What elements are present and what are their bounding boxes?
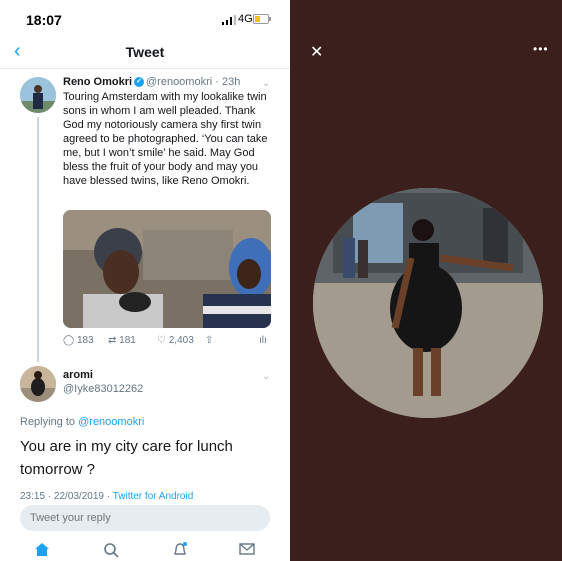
tab-bar (0, 538, 290, 561)
avatar[interactable] (20, 366, 56, 402)
author-handle: @renoomokri · 23h (146, 76, 241, 88)
close-icon[interactable]: ✕ (310, 42, 323, 62)
reply-text: You are in my city care for lunch tomorr… (20, 438, 233, 478)
reply-compose-bar (20, 505, 270, 531)
page-title: Tweet (125, 44, 165, 60)
retweet-action[interactable]: ⇄ 181 (108, 335, 136, 346)
messages-icon[interactable] (239, 542, 255, 561)
analytics-icon[interactable]: ılı (259, 335, 267, 346)
source-link[interactable]: Twitter for Android (113, 491, 194, 499)
chevron-down-icon[interactable]: ⌄ (262, 371, 270, 382)
author-name[interactable]: Reno Omokri ✓ (63, 76, 146, 88)
reply-author-name[interactable]: aromi (63, 369, 93, 381)
reply-action[interactable]: ◯ 183 (63, 335, 94, 346)
notifications-icon[interactable] (172, 542, 188, 561)
share-icon[interactable]: ⇧ (205, 335, 213, 346)
thread-line (37, 117, 39, 362)
tweet-text: Touring Amsterdam with my lookalike twin… (63, 91, 268, 187)
status-time: 18:07 (26, 12, 62, 28)
reply-meta: 23:15 · 22/03/2019 · Twitter for Android (20, 491, 193, 499)
avatar[interactable] (20, 77, 56, 113)
chevron-down-icon[interactable]: ⌄ (262, 78, 270, 89)
profile-photo-fullsize (313, 188, 543, 418)
home-icon[interactable] (34, 542, 50, 561)
like-action[interactable]: ♡ 2,403 (157, 335, 194, 346)
status-bar: 18:07 4G (0, 0, 290, 36)
battery-icon (253, 14, 271, 24)
verified-icon: ✓ (134, 77, 145, 88)
more-icon[interactable]: ••• (533, 42, 549, 56)
reply-author-handle: @Iyke83012262 (63, 383, 144, 395)
tweet-actions: ◯ 183 ⇄ 181 ♡ 2,403 ⇧ ılı (63, 335, 273, 351)
reply-input[interactable] (20, 505, 260, 531)
heart-icon: ♡ (157, 335, 166, 346)
tweet-photo[interactable] (63, 210, 271, 328)
retweet-icon: ⇄ (108, 335, 117, 346)
replying-to-link[interactable]: @renoomokri (78, 416, 144, 428)
reply-icon: ◯ (63, 335, 75, 346)
tweet-detail-screen: 18:07 4G ‹ Tweet Reno Omokri ✓ @renoomokr… (0, 0, 290, 561)
image-viewer: ✕ ••• (290, 0, 562, 561)
top-nav: ‹ Tweet (0, 36, 290, 69)
replying-to: Replying to @renoomokri (20, 416, 145, 428)
network-type: 4G (238, 13, 253, 25)
search-icon[interactable] (103, 542, 119, 561)
signal-icon (222, 15, 236, 25)
